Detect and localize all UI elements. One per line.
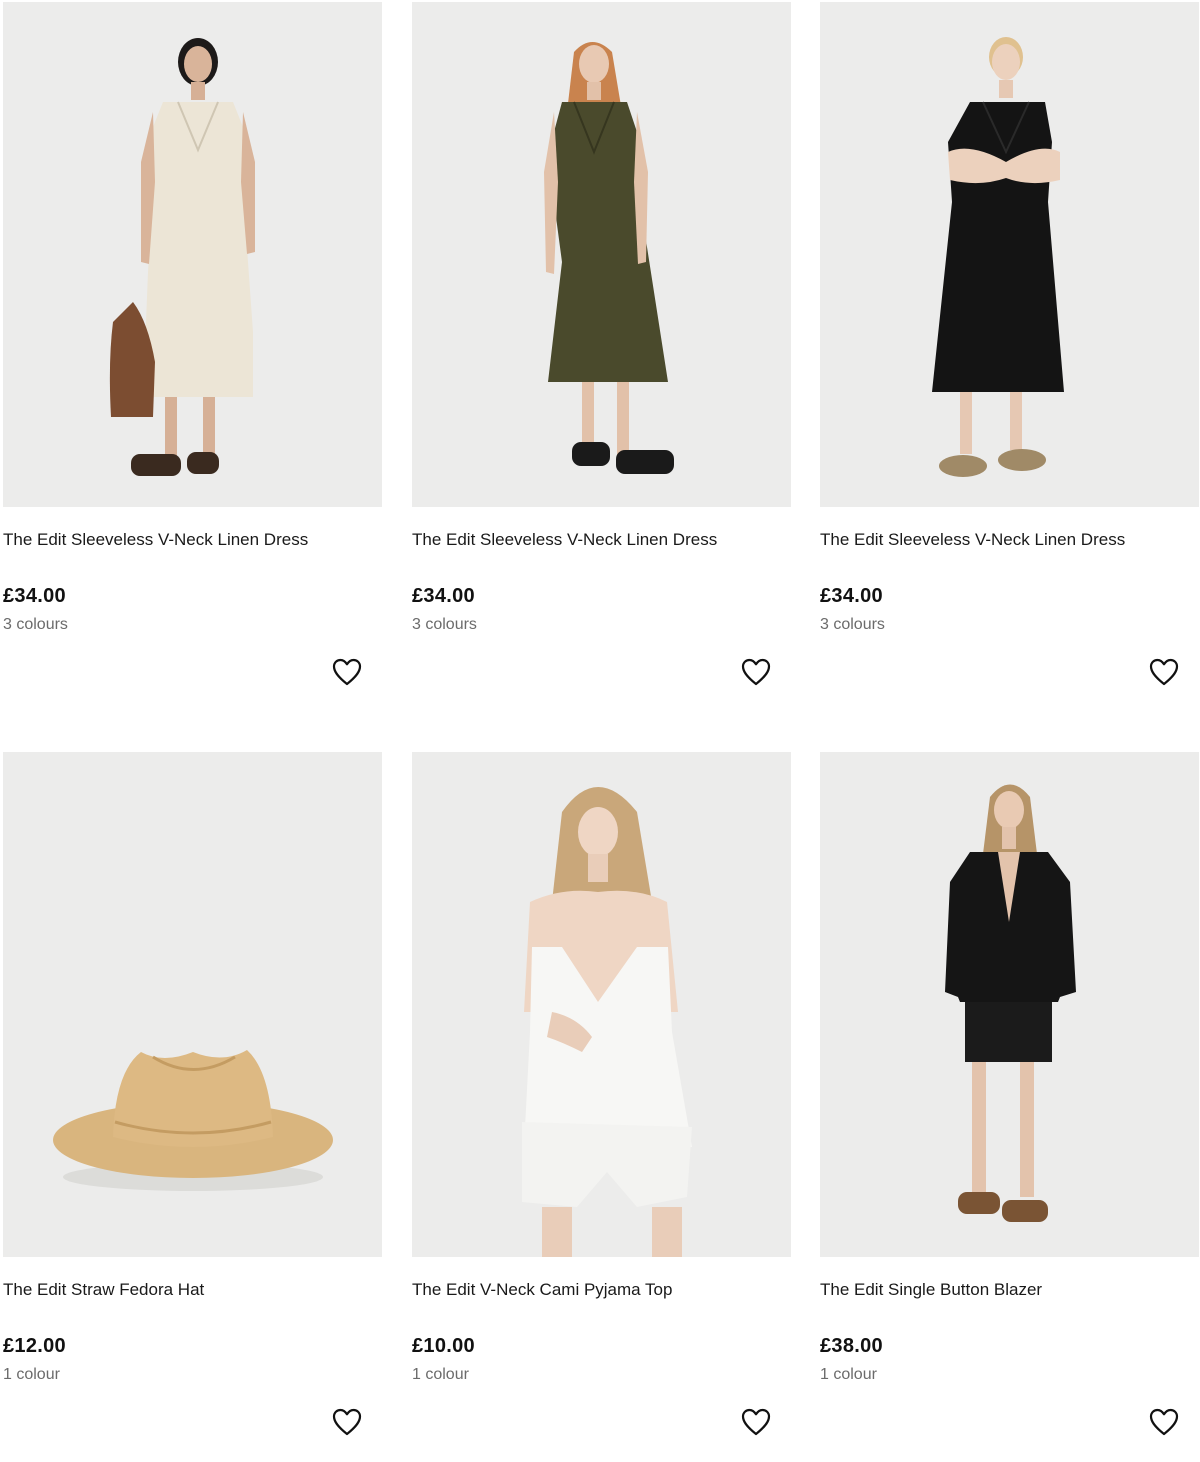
product-colour-count: 3 colours [820, 616, 885, 633]
heart-outline-icon [741, 658, 771, 686]
product-name[interactable]: The Edit Straw Fedora Hat [3, 1280, 382, 1300]
add-to-wishlist-button[interactable] [332, 658, 362, 686]
black-blazer-photo [820, 752, 1199, 1257]
product-image[interactable] [820, 752, 1199, 1257]
cream-dress-photo [3, 2, 382, 507]
add-to-wishlist-button[interactable] [1149, 658, 1179, 686]
product-card[interactable]: The Edit Straw Fedora Hat £12.00 1 colou… [3, 752, 382, 1462]
product-price: £12.00 [3, 1335, 66, 1357]
product-price: £34.00 [820, 585, 883, 607]
product-card[interactable]: The Edit Sleeveless V-Neck Linen Dress £… [3, 2, 382, 712]
add-to-wishlist-button[interactable] [741, 1408, 771, 1436]
product-price: £38.00 [820, 1335, 883, 1357]
product-image[interactable] [412, 752, 791, 1257]
product-name[interactable]: The Edit Single Button Blazer [820, 1280, 1199, 1300]
add-to-wishlist-button[interactable] [741, 658, 771, 686]
heart-outline-icon [332, 658, 362, 686]
product-colour-count: 3 colours [3, 616, 68, 633]
black-dress-photo [820, 2, 1199, 507]
add-to-wishlist-button[interactable] [1149, 1408, 1179, 1436]
product-colour-count: 1 colour [820, 1366, 877, 1383]
product-colour-count: 3 colours [412, 616, 477, 633]
product-grid: The Edit Sleeveless V-Neck Linen Dress £… [0, 0, 1200, 1441]
product-name[interactable]: The Edit Sleeveless V-Neck Linen Dress [820, 530, 1199, 550]
product-name[interactable]: The Edit Sleeveless V-Neck Linen Dress [3, 530, 382, 550]
product-image[interactable] [3, 2, 382, 507]
product-image[interactable] [3, 752, 382, 1257]
product-card[interactable]: The Edit Sleeveless V-Neck Linen Dress £… [412, 2, 791, 712]
product-image[interactable] [412, 2, 791, 507]
add-to-wishlist-button[interactable] [332, 1408, 362, 1436]
product-colour-count: 1 colour [3, 1366, 60, 1383]
straw-hat-photo [3, 752, 382, 1257]
heart-outline-icon [1149, 658, 1179, 686]
product-image[interactable] [820, 2, 1199, 507]
product-name[interactable]: The Edit V-Neck Cami Pyjama Top [412, 1280, 791, 1300]
heart-outline-icon [332, 1408, 362, 1436]
khaki-dress-photo [412, 2, 791, 507]
product-name[interactable]: The Edit Sleeveless V-Neck Linen Dress [412, 530, 791, 550]
product-price: £34.00 [412, 585, 475, 607]
product-card[interactable]: The Edit Sleeveless V-Neck Linen Dress £… [820, 2, 1199, 712]
cami-pyjama-photo [412, 752, 791, 1257]
product-price: £10.00 [412, 1335, 475, 1357]
product-colour-count: 1 colour [412, 1366, 469, 1383]
product-card[interactable]: The Edit V-Neck Cami Pyjama Top £10.00 1… [412, 752, 791, 1462]
product-card[interactable]: The Edit Single Button Blazer £38.00 1 c… [820, 752, 1199, 1462]
heart-outline-icon [1149, 1408, 1179, 1436]
product-price: £34.00 [3, 585, 66, 607]
heart-outline-icon [741, 1408, 771, 1436]
